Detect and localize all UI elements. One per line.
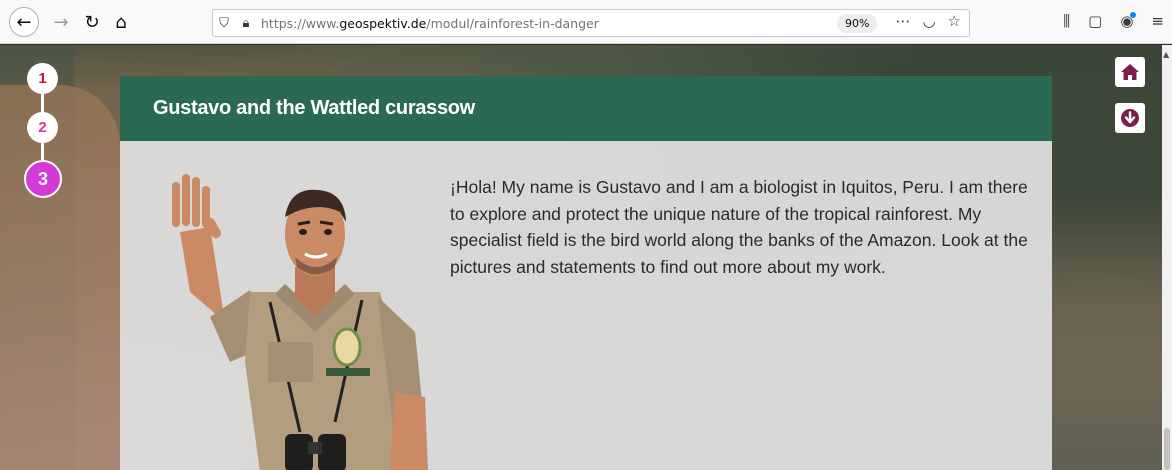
step-2-button[interactable]: 2 (27, 112, 58, 143)
browser-toolbar: ← → ↻ ⌂ ⛉ 🔒︎ https://www.geospektiv.de/m… (0, 0, 1172, 44)
arrow-down-circle-icon (1121, 109, 1139, 127)
menu-icon[interactable]: ≡ (1151, 12, 1164, 30)
shield-icon[interactable]: ⛉ (213, 12, 235, 34)
step-1-button[interactable]: 1 (27, 63, 58, 94)
satellite-river (0, 85, 120, 470)
reload-icon[interactable]: ↻ (77, 7, 107, 37)
url-text[interactable]: https://www.geospektiv.de/modul/rainfore… (261, 16, 599, 31)
browser-home-icon[interactable]: ⌂ (106, 7, 136, 37)
page-background: 1 2 3 Gustavo and the Wattled curassow ¡… (0, 45, 1162, 470)
scroll-down-button[interactable] (1115, 103, 1145, 133)
sidebar-icon[interactable]: ▢ (1088, 12, 1102, 30)
card-header: Gustavo and the Wattled curassow (120, 76, 1052, 141)
step-3-button[interactable]: 3 (24, 160, 62, 198)
pocket-icon[interactable]: ◡ (922, 12, 935, 30)
bookmark-star-icon[interactable]: ☆ (948, 12, 961, 30)
lock-icon[interactable]: 🔒︎ (235, 12, 257, 34)
page-scrollbar[interactable] (1162, 45, 1172, 470)
home-button[interactable] (1115, 57, 1145, 87)
scrollbar-thumb[interactable] (1164, 428, 1170, 470)
card-title: Gustavo and the Wattled curassow (153, 97, 475, 119)
scroll-up-arrow-icon[interactable]: ▲ (1163, 50, 1169, 59)
library-icon[interactable]: ⫼ (1063, 12, 1070, 30)
url-bar[interactable]: ⛉ 🔒︎ https://www.geospektiv.de/modul/rai… (212, 9, 970, 37)
content-card: Gustavo and the Wattled curassow ¡Hola! … (120, 76, 1052, 470)
gustavo-illustration (172, 174, 428, 470)
home-icon (1121, 64, 1139, 80)
page-actions-icon[interactable]: ⋯ (895, 12, 910, 30)
zoom-indicator[interactable]: 90% (837, 14, 878, 33)
back-arrow-icon[interactable]: ← (9, 7, 39, 37)
forward-arrow-icon[interactable]: → (46, 7, 76, 37)
card-intro-text: ¡Hola! My name is Gustavo and I am a bio… (450, 177, 1028, 277)
account-icon[interactable]: ◉ (1120, 12, 1137, 30)
